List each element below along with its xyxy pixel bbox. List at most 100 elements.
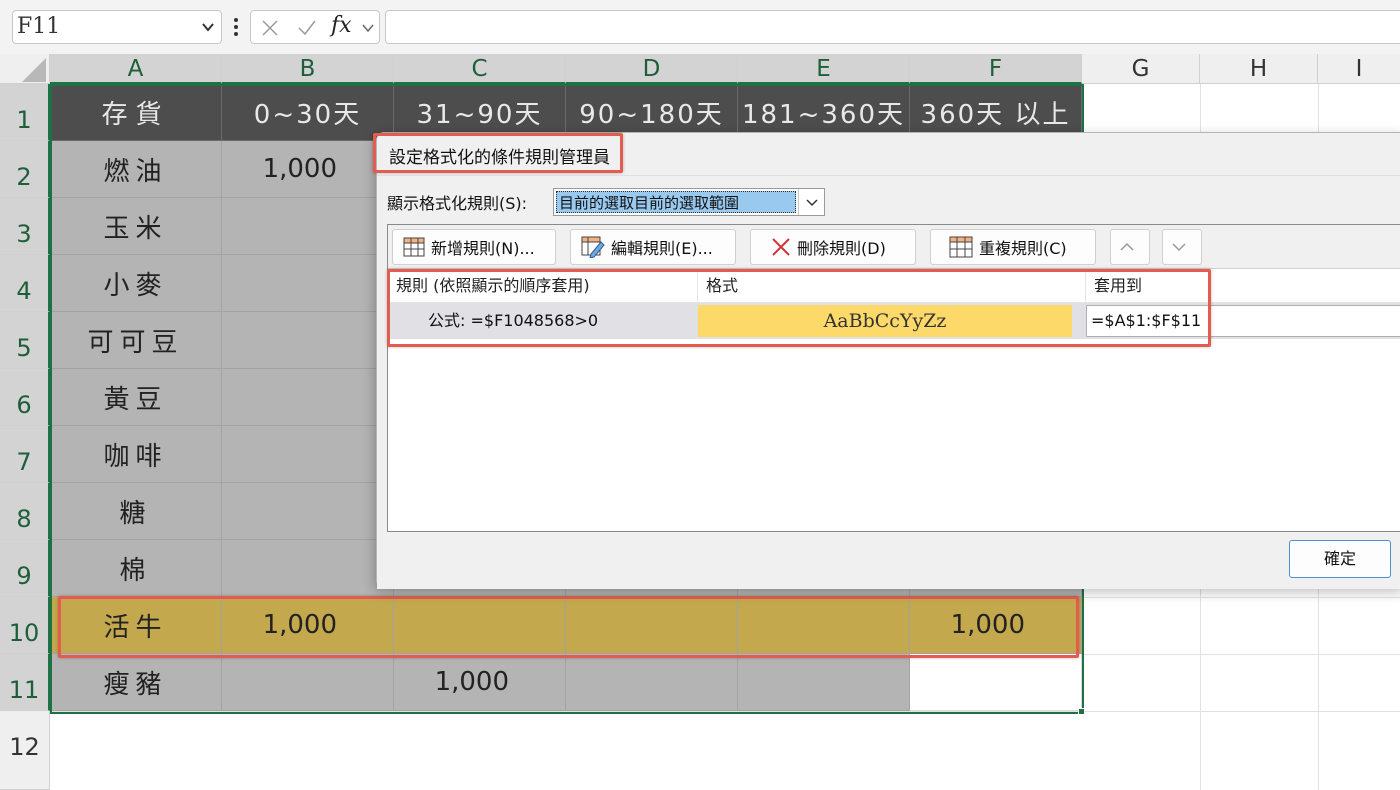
row-header-6[interactable]: 6 [0,369,50,426]
dialog-titlebar[interactable]: 設定格式化的條件規則管理員 [377,133,1400,175]
cell-c10[interactable] [394,597,566,654]
move-down-button[interactable] [1162,229,1202,265]
edit-rule-button[interactable]: 編輯規則(E)... [570,229,736,265]
cell-a6[interactable]: 黃豆 [50,369,222,426]
column-header-g[interactable]: G [1082,54,1200,84]
cell-b6[interactable] [222,369,394,426]
ok-button[interactable]: 確定 [1289,540,1391,578]
cell-a3[interactable]: 玉米 [50,198,222,255]
delete-rule-button[interactable]: 刪除規則(D) [750,229,916,265]
cell-e10[interactable] [738,597,910,654]
rule-format-preview: AaBbCcYyZz [698,305,1072,337]
name-box-value: F11 [17,14,61,39]
cell-b4[interactable] [222,255,394,312]
cell-a7[interactable]: 咖啡 [50,426,222,483]
cell-b1[interactable]: 0~30天 [222,84,394,141]
show-rules-select[interactable]: 目前的選取目前的選取範圍 [553,188,825,216]
delete-rule-label: 刪除規則(D) [797,239,886,258]
conditional-format-rules-manager-dialog: 設定格式化的條件規則管理員 顯示格式化規則(S): 目前的選取目前的選取範圍 新… [373,132,1400,589]
cell-e11[interactable] [738,654,910,711]
edit-rule-label: 編輯規則(E)... [611,239,713,258]
column-header-h[interactable]: H [1200,54,1318,84]
more-options-icon[interactable] [232,14,240,40]
cell-d11[interactable] [566,654,738,711]
select-all-triangle-icon [22,58,46,82]
column-header-b[interactable]: B [222,54,394,84]
column-header-e[interactable]: E [738,54,910,84]
insert-function-icon[interactable]: fx [331,13,352,38]
chevron-down-icon[interactable] [201,20,215,34]
chevron-down-icon [1172,243,1186,252]
row-header-3[interactable]: 3 [0,198,50,255]
row-header-8[interactable]: 8 [0,483,50,540]
column-header-a[interactable]: A [50,54,222,84]
new-rule-table-icon [403,237,425,257]
chevron-up-icon [1120,242,1134,251]
column-header-i[interactable]: I [1318,54,1400,84]
cell-b10[interactable]: 1,000 [222,597,394,654]
cell-b8[interactable] [222,483,394,540]
new-rule-label: 新增規則(N)... [431,239,535,258]
duplicate-rule-button[interactable]: 重複規則(C) [930,229,1096,265]
cell-a10[interactable]: 活牛 [50,597,222,654]
row-header-12[interactable]: 12 [0,711,50,790]
row-header-10[interactable]: 10 [0,597,50,654]
row-header-4[interactable]: 4 [0,255,50,312]
cell-c11[interactable]: 1,000 [394,654,566,711]
column-header-d[interactable]: D [566,54,738,84]
row-header-1[interactable]: 1 [0,84,50,141]
row-header-9[interactable]: 9 [0,540,50,597]
rules-list-header: 規則 (依照顯示的順序套用) 格式 套用到 [388,269,1400,303]
column-header-f[interactable]: F [910,54,1082,84]
dialog-body: 顯示格式化規則(S): 目前的選取目前的選取範圍 新增規則(N)... 編輯規則… [377,175,1400,589]
cell-d10[interactable] [566,597,738,654]
fill-handle[interactable] [1078,708,1085,715]
name-box[interactable]: F11 [12,10,222,44]
formula-input[interactable] [385,10,1400,44]
cell-b7[interactable] [222,426,394,483]
select-all-corner[interactable] [0,54,50,84]
cancel-icon[interactable] [261,19,279,37]
cell-a4[interactable]: 小麥 [50,255,222,312]
row-header-5[interactable]: 5 [0,312,50,369]
cell-a11[interactable]: 瘦豬 [50,654,222,711]
row-header-11[interactable]: 11 [0,654,50,711]
column-format[interactable]: 格式 [698,269,1086,303]
rules-toolbar: 新增規則(N)... 編輯規則(E)... 刪除規則(D) 重複規則(C) [388,225,1400,269]
cell-a2[interactable]: 燃油 [50,141,222,198]
rule-applies-to-input[interactable]: =$A$1:$F$11 [1086,305,1400,337]
formula-bar: F11 fx [0,0,1400,54]
chevron-down-icon [806,199,818,207]
new-rule-button[interactable]: 新增規則(N)... [392,229,556,265]
chevron-down-icon[interactable] [361,21,375,35]
enter-check-icon[interactable] [297,19,317,37]
show-rules-dropdown[interactable] [798,189,824,215]
row-header-2[interactable]: 2 [0,141,50,198]
show-rules-label: 顯示格式化規則(S): [387,194,528,213]
edit-rule-pencil-icon [581,236,605,258]
cell-b2[interactable]: 1,000 [222,141,394,198]
cell-b5[interactable] [222,312,394,369]
cell-f10[interactable]: 1,000 [910,597,1082,654]
duplicate-rule-icon [949,236,973,258]
cell-f11-active[interactable] [910,654,1082,711]
cell-b9[interactable] [222,540,394,597]
cell-b11[interactable] [222,654,394,711]
delete-x-icon [772,238,790,256]
cell-a1[interactable]: 存貨 [50,84,222,141]
dialog-title: 設定格式化的條件規則管理員 [389,148,610,168]
cell-a8[interactable]: 糖 [50,483,222,540]
column-rule[interactable]: 規則 (依照顯示的順序套用) [388,269,698,303]
row-header-7[interactable]: 7 [0,426,50,483]
cell-a5[interactable]: 可可豆 [50,312,222,369]
rule-row[interactable]: 公式: =$F1048568>0 AaBbCcYyZz =$A$1:$F$11 [388,303,1400,339]
show-rules-value: 目前的選取目前的選取範圍 [556,191,796,213]
column-header-c[interactable]: C [394,54,566,84]
move-up-button[interactable] [1110,229,1150,265]
cell-b3[interactable] [222,198,394,255]
column-applies-to[interactable]: 套用到 [1086,269,1400,303]
duplicate-rule-label: 重複規則(C) [979,239,1067,258]
rules-panel: 新增規則(N)... 編輯規則(E)... 刪除規則(D) 重複規則(C) 規則… [387,224,1400,532]
cell-a9[interactable]: 棉 [50,540,222,597]
formula-buttons: fx [250,10,380,44]
